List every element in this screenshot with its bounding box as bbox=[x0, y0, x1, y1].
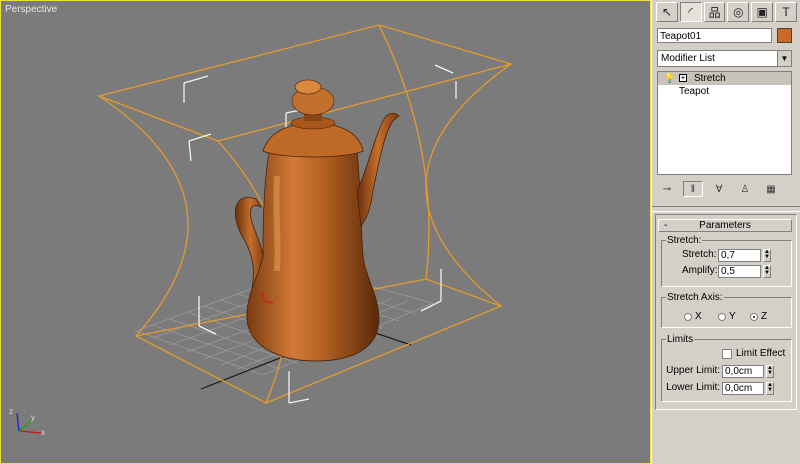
limit-effect-checkbox[interactable] bbox=[722, 349, 732, 359]
axis-z-label: Z bbox=[761, 311, 768, 322]
svg-text:y: y bbox=[31, 413, 35, 422]
axis-z-radio[interactable]: Z bbox=[750, 311, 767, 322]
stretch-input[interactable]: 0,7 bbox=[718, 249, 761, 262]
create-tab-icon[interactable]: ↖ bbox=[656, 2, 678, 22]
axis-y-label: Y bbox=[729, 311, 736, 322]
object-color-swatch[interactable] bbox=[777, 28, 792, 43]
modify-tab-icon[interactable]: ◜ bbox=[679, 2, 702, 22]
command-panel: ↖ ◜ 品 ◎ ▣ T Teapot01 Modifier List ▼ 💡 +… bbox=[651, 0, 800, 464]
motion-tab-icon[interactable]: ◎ bbox=[727, 2, 750, 22]
axis-x-label: X bbox=[695, 311, 702, 322]
limits-legend: Limits bbox=[667, 334, 694, 345]
configure-modifier-sets-icon[interactable]: ▦ bbox=[761, 181, 781, 197]
teapot-object bbox=[235, 79, 400, 362]
stretch-label: Stretch: bbox=[682, 249, 717, 260]
expand-icon[interactable]: + bbox=[679, 74, 687, 82]
lower-limit-input[interactable]: 0,0cm bbox=[722, 382, 764, 395]
upper-limit-spinner-icon[interactable]: ▲ ▼ bbox=[766, 365, 774, 378]
stretch-axis-legend: Stretch Axis: bbox=[667, 292, 723, 303]
modifier-stack[interactable]: 💡 + Stretch Teapot bbox=[657, 71, 792, 175]
stretch-spinner-icon[interactable]: ▲ ▼ bbox=[763, 249, 771, 262]
remove-modifier-icon[interactable]: ♙ bbox=[735, 181, 755, 197]
stack-toolbar: ⊸ ‖ ∀ ♙ ▦ bbox=[657, 180, 792, 198]
make-unique-icon[interactable]: ∀ bbox=[709, 181, 729, 197]
stack-item-teapot[interactable]: Teapot bbox=[658, 85, 791, 98]
display-tab-icon[interactable]: ▣ bbox=[751, 2, 774, 22]
amplify-label: Amplify: bbox=[682, 265, 718, 276]
lightbulb-icon[interactable]: 💡 bbox=[664, 73, 675, 83]
utilities-tab-icon[interactable]: T bbox=[775, 2, 797, 22]
stretch-axis-group: Stretch Axis: bbox=[661, 292, 792, 328]
radio-icon bbox=[684, 312, 692, 321]
object-name-field[interactable]: Teapot01 bbox=[657, 28, 772, 43]
show-end-result-icon[interactable]: ‖ bbox=[683, 181, 703, 197]
radio-icon bbox=[718, 312, 726, 321]
amplify-input[interactable]: 0,5 bbox=[718, 265, 761, 278]
upper-limit-label: Upper Limit: bbox=[666, 365, 720, 376]
modifier-list-dropdown[interactable]: Modifier List ▼ bbox=[657, 50, 792, 67]
collapse-icon: - bbox=[664, 220, 668, 231]
axis-x-radio[interactable]: X bbox=[684, 311, 702, 322]
chevron-down-icon[interactable]: ▼ bbox=[777, 51, 791, 66]
command-panel-tabs: ↖ ◜ 品 ◎ ▣ T bbox=[656, 2, 797, 24]
svg-text:x: x bbox=[41, 428, 45, 437]
stack-item-label: Teapot bbox=[679, 86, 710, 97]
stack-item-label: Stretch bbox=[694, 73, 726, 84]
perspective-viewport[interactable]: Perspective x y z bbox=[0, 0, 651, 464]
stretch-group-legend: Stretch: bbox=[667, 235, 702, 246]
pin-stack-icon[interactable]: ⊸ bbox=[657, 181, 677, 197]
parameters-title: Parameters bbox=[699, 220, 751, 231]
axis-tripod-icon: x y z bbox=[9, 407, 45, 437]
parameters-rollout-header[interactable]: - Parameters bbox=[658, 219, 792, 232]
lower-limit-spinner-icon[interactable]: ▲ ▼ bbox=[766, 382, 774, 395]
scene-canvas[interactable]: x y z bbox=[1, 1, 651, 464]
upper-limit-input[interactable]: 0,0cm bbox=[722, 365, 764, 378]
limit-effect-label: Limit Effect bbox=[736, 348, 786, 359]
hierarchy-tab-icon[interactable]: 品 bbox=[703, 2, 726, 22]
lower-limit-label: Lower Limit: bbox=[666, 382, 720, 393]
modifier-list-label: Modifier List bbox=[661, 53, 715, 64]
radio-selected-icon bbox=[750, 312, 758, 321]
svg-text:z: z bbox=[9, 407, 13, 416]
divider bbox=[652, 206, 800, 212]
axis-y-radio[interactable]: Y bbox=[718, 311, 736, 322]
amplify-spinner-icon[interactable]: ▲ ▼ bbox=[763, 265, 771, 278]
stack-item-stretch[interactable]: 💡 + Stretch bbox=[658, 72, 791, 85]
